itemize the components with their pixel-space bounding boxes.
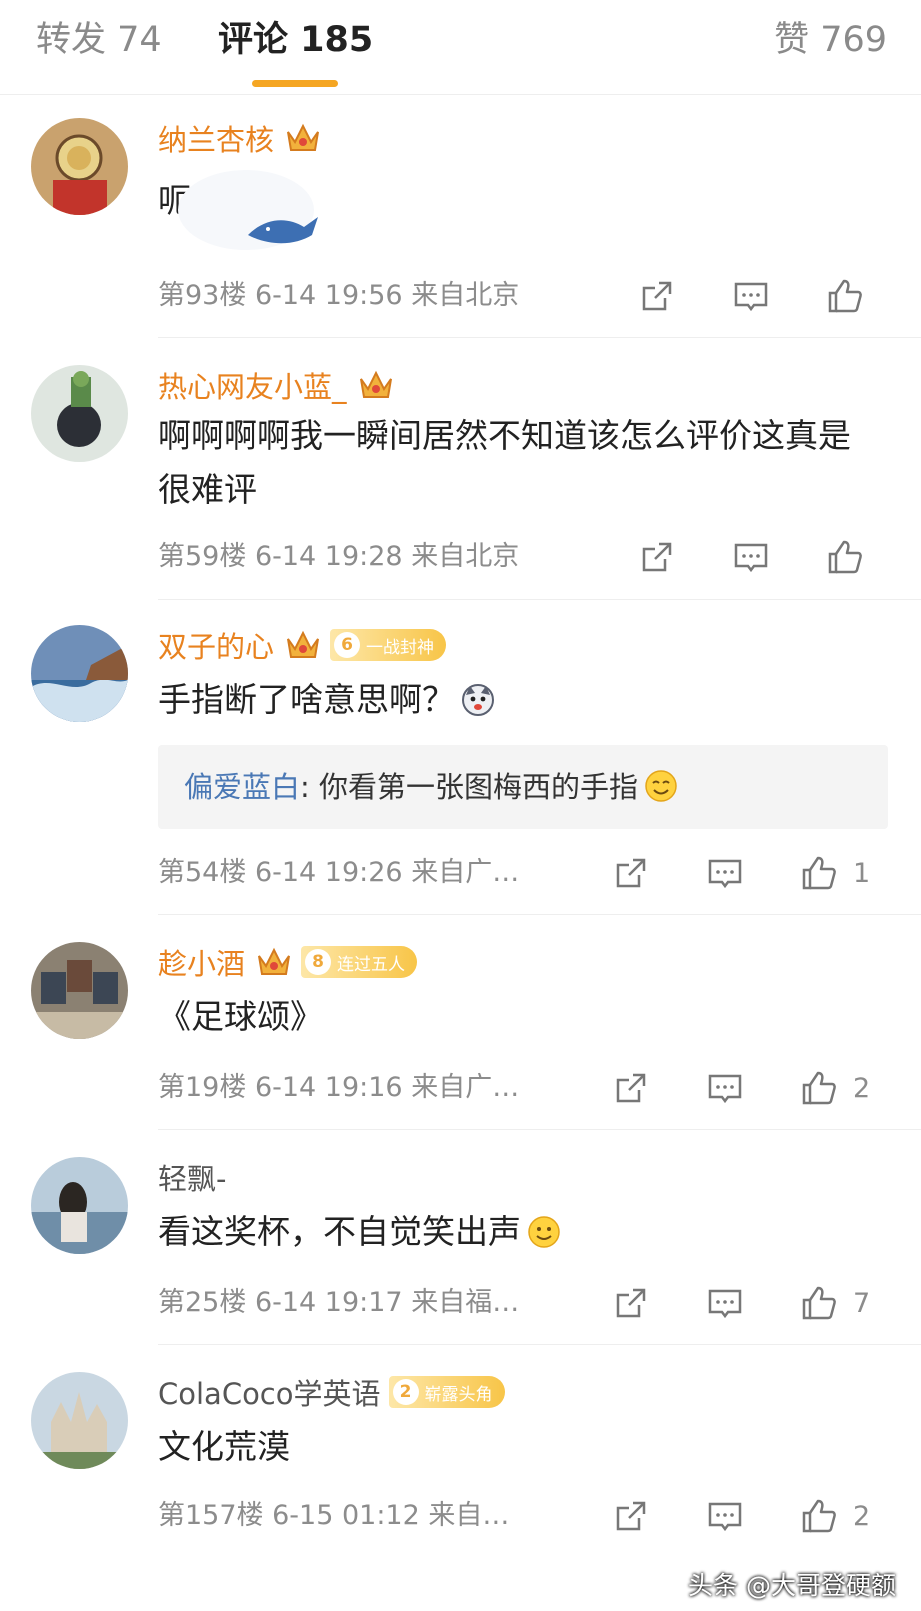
like-count: 7 [853, 1287, 871, 1319]
reply-button[interactable] [705, 1066, 745, 1110]
comment-icon [705, 1496, 745, 1536]
comment-icon [705, 853, 745, 893]
vip-crown-icon [284, 120, 322, 156]
share-button[interactable] [637, 535, 677, 579]
share-icon [637, 276, 677, 316]
badge-level: 6 [334, 632, 361, 658]
tab-likes[interactable]: 赞 769 [774, 18, 887, 62]
divider [158, 337, 921, 338]
comment-meta: 第25楼 6-14 19:17 来自福… [158, 1287, 520, 1318]
comment-text-content: 手指断了啥意思啊？ [158, 680, 455, 719]
avatar[interactable] [31, 942, 128, 1039]
username[interactable]: 轻飘- [158, 1156, 226, 1198]
like-count: 1 [853, 857, 871, 889]
avatar[interactable] [31, 1157, 128, 1254]
reply-username[interactable]: 偏爱蓝白 [184, 770, 300, 804]
share-button[interactable] [611, 1281, 651, 1325]
reply-button[interactable] [705, 1281, 745, 1325]
comment-text: 《足球颂》 [158, 997, 323, 1036]
avatar[interactable] [31, 625, 128, 722]
comment-icon [731, 537, 771, 577]
divider [158, 1344, 921, 1345]
fan-level-badge: 8 连过五人 [301, 946, 418, 978]
share-button[interactable] [611, 1066, 651, 1110]
active-tab-indicator [252, 80, 338, 87]
badge-text: 连过五人 [337, 954, 406, 975]
comment-tabs: 转发 74 评论 185 赞 769 [0, 0, 921, 95]
comment-meta: 第157楼 6-15 01:12 来自… [158, 1500, 510, 1531]
like-button[interactable]: 1 [799, 851, 870, 895]
comment-icon [705, 1068, 745, 1108]
thumbs-up-icon [799, 1496, 839, 1536]
reply-preview[interactable]: 偏爱蓝白: 你看第一张图梅西的手指 [158, 745, 888, 829]
comment-text: 文化荒漠 [158, 1427, 290, 1466]
like-count: 2 [853, 1500, 871, 1532]
share-button[interactable] [637, 274, 677, 318]
like-button[interactable] [825, 535, 879, 579]
like-button[interactable] [825, 274, 879, 318]
comment-text: 啊啊啊啊我一瞬间居然不知道该怎么评价这真是很难评 [158, 416, 851, 509]
reply-button[interactable] [731, 535, 771, 579]
watermark: 头条 @大哥登硬额 [688, 1571, 896, 1600]
share-icon [637, 537, 677, 577]
like-button[interactable]: 2 [799, 1066, 870, 1110]
share-button[interactable] [611, 1494, 651, 1538]
share-icon [611, 1068, 651, 1108]
divider [158, 914, 921, 915]
fan-level-badge: 6 一战封神 [330, 629, 447, 661]
comment-text: 看这奖杯，不自觉笑出声 [158, 1205, 878, 1259]
comment-text: 手指断了啥意思啊？ [158, 673, 878, 727]
whale-sticker-icon [176, 165, 326, 255]
tab-comments[interactable]: 评论 185 [218, 18, 373, 62]
comment-icon [731, 276, 771, 316]
badge-level: 2 [392, 1379, 419, 1405]
thumbs-up-icon [825, 537, 865, 577]
username[interactable]: 热心网友小蓝_ [158, 364, 347, 406]
share-icon [611, 853, 651, 893]
badge-level: 8 [305, 949, 332, 975]
reply-button[interactable] [731, 274, 771, 318]
vip-crown-icon [255, 944, 293, 980]
avatar[interactable] [31, 118, 128, 215]
thumbs-up-icon [799, 1068, 839, 1108]
divider [158, 1129, 921, 1130]
badge-text: 崭露头角 [424, 1384, 493, 1405]
like-count: 2 [853, 1072, 871, 1104]
username[interactable]: 趁小酒 [158, 941, 245, 983]
comment-text-content: 看这奖杯，不自觉笑出声 [158, 1212, 521, 1251]
comment-meta: 第19楼 6-14 19:16 来自广… [158, 1072, 520, 1103]
reply-text: : 你看第一张图梅西的手指 [300, 770, 639, 804]
vip-crown-icon [357, 367, 395, 403]
smile-emoji-icon [644, 769, 678, 803]
tab-repost[interactable]: 转发 74 [36, 18, 162, 62]
comment-meta: 第54楼 6-14 19:26 来自广… [158, 857, 520, 888]
smile-emoji-icon [527, 1215, 561, 1249]
divider [158, 599, 921, 600]
like-button[interactable]: 7 [799, 1281, 870, 1325]
avatar[interactable] [31, 1372, 128, 1469]
thumbs-up-icon [799, 1283, 839, 1323]
username[interactable]: ColaCoco学英语 [158, 1371, 381, 1413]
thumbs-up-icon [825, 276, 865, 316]
share-icon [611, 1496, 651, 1536]
share-icon [611, 1283, 651, 1323]
fan-level-badge: 2 崭露头角 [388, 1376, 505, 1408]
thumbs-up-icon [799, 853, 839, 893]
comment-icon [705, 1283, 745, 1323]
username[interactable]: 纳兰杏核 [158, 117, 274, 159]
like-button[interactable]: 2 [799, 1494, 870, 1538]
avatar[interactable] [31, 365, 128, 462]
reply-button[interactable] [705, 851, 745, 895]
username[interactable]: 双子的心 [158, 624, 274, 666]
comment-meta: 第59楼 6-14 19:28 来自北京 [158, 541, 520, 572]
husky-emoji-icon [461, 683, 495, 717]
share-button[interactable] [611, 851, 651, 895]
vip-crown-icon [284, 627, 322, 663]
reply-button[interactable] [705, 1494, 745, 1538]
comment-meta: 第93楼 6-14 19:56 来自北京 [158, 280, 520, 311]
badge-text: 一战封神 [366, 637, 435, 658]
